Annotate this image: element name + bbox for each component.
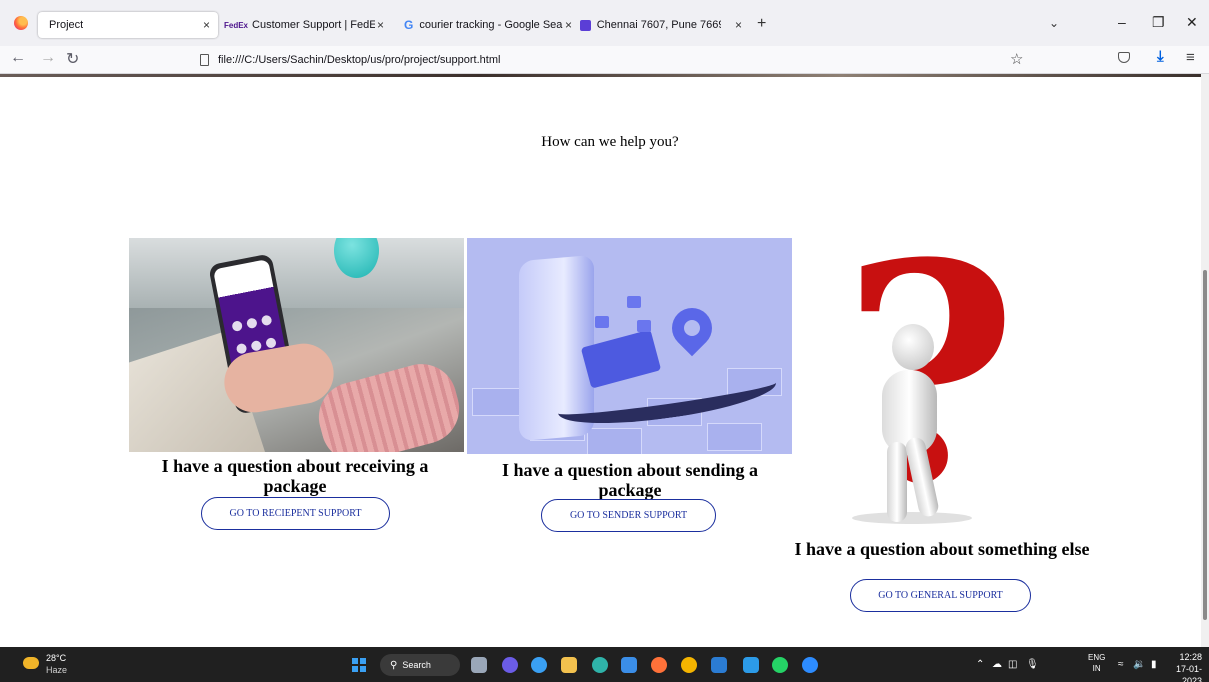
hamburger-menu-icon[interactable]: ≡ [1186,49,1195,66]
close-window-icon[interactable]: ✕ [1186,14,1198,31]
google-favicon-icon: G [404,18,414,32]
vertical-scrollbar[interactable] [1201,74,1209,647]
clock-date: 17-01-2023 [1175,664,1202,682]
forward-arrow-icon[interactable]: → [40,49,56,67]
weather-condition[interactable]: Haze [46,665,67,675]
bookmark-star-icon[interactable]: ☆ [1010,50,1023,68]
network-icon[interactable]: ◫ [1008,659,1017,670]
microphone-icon[interactable]: 🎙 [1026,659,1039,670]
support-page: How can we help you? I have a question a… [0,77,1201,647]
battery-icon[interactable]: ▮ [1151,659,1157,670]
tab-label: Chennai 7607, Pune 7669 [596,19,721,31]
page-heading: How can we help you? [541,134,679,150]
show-hidden-icons-icon[interactable]: ⌃ [976,659,984,670]
navigation-bar: ← → ↻ file:///C:/Users/Sachin/Desktop/us… [0,46,1209,74]
sending-package-image [467,238,792,454]
reload-icon[interactable]: ↻ [66,49,79,69]
tab-label: courier tracking - Google Searc [419,19,563,31]
tab-close-icon[interactable]: × [377,18,384,32]
windows-start-icon[interactable] [352,658,366,672]
wifi-icon[interactable]: ≈ [1118,659,1124,670]
recipient-support-button[interactable]: GO TO RECIEPENT SUPPORT [201,497,390,530]
microsoft-store-icon[interactable] [621,657,637,673]
new-tab-button[interactable]: + [757,15,766,33]
receiving-package-image [129,238,464,452]
zoom-icon[interactable] [802,657,818,673]
search-icon: ⚲ [390,659,398,671]
receiving-question-title: I have a question about receiving a pack… [161,456,429,496]
url-text[interactable]: file:///C:/Users/Sachin/Desktop/us/pro/p… [218,54,500,66]
edge-browser-icon[interactable] [592,657,608,673]
vscode-icon[interactable] [743,657,759,673]
onedrive-cloud-icon[interactable]: ☁ [992,659,1002,670]
scrollbar-thumb[interactable] [1203,270,1207,620]
language-code: ENG [1088,653,1106,662]
file-explorer-icon[interactable] [561,657,577,673]
tab-label: Customer Support | FedEx India [252,19,375,31]
task-view-icon[interactable] [471,657,487,673]
tab-strip: Project × FedEx Customer Support | FedEx… [0,0,1209,46]
tab-project[interactable]: Project × [38,12,218,38]
clock-time: 12:28 [1179,652,1202,662]
sender-support-button[interactable]: GO TO SENDER SUPPORT [541,499,716,532]
weather-temperature[interactable]: 28°C [46,653,66,663]
list-all-tabs-icon[interactable]: ⌄ [1049,16,1059,30]
tab-close-icon[interactable]: × [565,18,572,32]
taskbar-search-button[interactable]: ⚲ Search [380,654,460,676]
fedex-favicon-icon: FedEx [224,20,249,30]
minimize-icon[interactable]: – [1118,14,1126,30]
windows-taskbar: 28°C Haze ⚲ Search ⌃ ☁ ◫ 🎙 ENG IN ≈ 🔉 ▮ … [0,647,1209,682]
general-question-title: I have a question about something else [794,539,1090,559]
whatsapp-icon[interactable] [772,657,788,673]
pocket-icon[interactable] [1118,52,1130,63]
settings-app-icon[interactable] [531,657,547,673]
restore-icon[interactable]: ❐ [1152,14,1165,31]
chat-icon[interactable] [502,657,518,673]
tab-close-icon[interactable]: × [735,18,742,32]
general-support-button[interactable]: GO TO GENERAL SUPPORT [850,579,1031,612]
clock[interactable]: 12:28 17-01-2023 [1168,651,1202,682]
question-mark-image: ? [832,242,1052,530]
tab-chennai-pune[interactable]: Chennai 7607, Pune 7669 × [580,12,742,38]
region-code: IN [1092,664,1101,673]
tab-close-icon[interactable]: × [203,18,210,32]
site-favicon-icon [580,19,591,31]
tab-google-search[interactable]: G courier tracking - Google Searc × [404,12,572,38]
tab-label: Project [49,19,84,31]
word-icon[interactable] [711,657,727,673]
weather-haze-icon[interactable] [23,657,39,669]
firefox-logo-icon [14,16,28,30]
download-icon[interactable]: ⤓ [1157,48,1164,65]
chrome-icon[interactable] [681,657,697,673]
tab-fedex-support[interactable]: FedEx Customer Support | FedEx India × [224,12,384,38]
volume-icon[interactable]: 🔉 [1133,659,1145,670]
page-icon [200,53,209,66]
language-indicator[interactable]: ENG IN [1088,652,1105,674]
back-arrow-icon[interactable]: ← [10,49,26,67]
address-bar[interactable]: file:///C:/Users/Sachin/Desktop/us/pro/p… [194,48,1030,71]
search-label: Search [402,660,431,670]
sending-question-title: I have a question about sending a packag… [501,460,759,500]
firefox-taskbar-icon[interactable] [651,657,667,673]
